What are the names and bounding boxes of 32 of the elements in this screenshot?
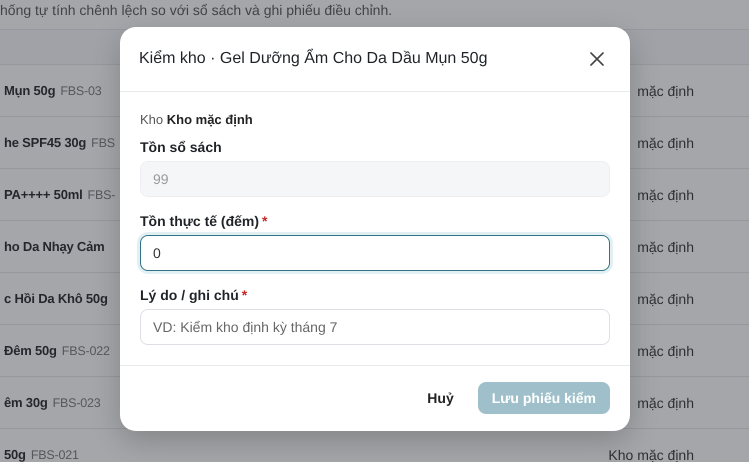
product-name: Mụn 50g xyxy=(3,82,56,98)
warehouse-cell-text: mặc định xyxy=(637,186,695,202)
product-sku: FBS-03 xyxy=(60,82,102,98)
product-sku: FBS- xyxy=(88,186,116,202)
product-name: Đêm 50g xyxy=(3,342,57,358)
field-label: Tồn thực tế (đếm) * xyxy=(140,213,268,229)
warehouse-cell-text: mặc định xyxy=(637,290,695,306)
product-sku: FBS-022 xyxy=(62,342,110,358)
field-label: Lý do / ghi chú * xyxy=(140,287,248,303)
product-sku: FBS-023 xyxy=(52,394,101,410)
product-name: c Hồi Da Khô 50g xyxy=(3,290,108,306)
product-sku: FBS xyxy=(91,134,115,150)
cancel-button[interactable]: Huỷ xyxy=(413,382,468,414)
warehouse-cell-text: mặc định xyxy=(637,82,695,98)
input-field[interactable]: VD: Kiểm kho định kỳ tháng 7 xyxy=(140,309,610,345)
warehouse-cell-text: mặc định xyxy=(637,342,695,358)
dialog-title: Kiểm kho · Gel Dưỡng Ẩm Cho Da Dầu Mụn 50g xyxy=(139,50,488,68)
warehouse-cell-text: Kho mặc định xyxy=(608,446,695,462)
product-name: ho Da Nhạy Cảm xyxy=(3,238,105,254)
product-name: êm 30g xyxy=(3,394,48,410)
warehouse-cell-text: mặc định xyxy=(637,394,695,410)
product-name: PA++++ 50ml xyxy=(3,186,83,202)
product-sku: FBS-021 xyxy=(30,446,79,462)
product-name: he SPF45 30g xyxy=(3,134,86,150)
warehouse-text: Kho Kho mặc định xyxy=(140,112,254,127)
description-text: hống tự tính chênh lệch so với sổ sách và ghi phiếu điều chỉnh. xyxy=(0,1,394,20)
product-name: 50g xyxy=(3,446,26,462)
input-field[interactable]: 0 xyxy=(140,235,610,271)
close-icon[interactable] xyxy=(590,52,604,66)
warehouse-cell-text: mặc định xyxy=(637,238,695,254)
warehouse-cell-text: mặc định xyxy=(637,134,695,150)
field-label: Tồn sổ sách xyxy=(140,139,223,155)
